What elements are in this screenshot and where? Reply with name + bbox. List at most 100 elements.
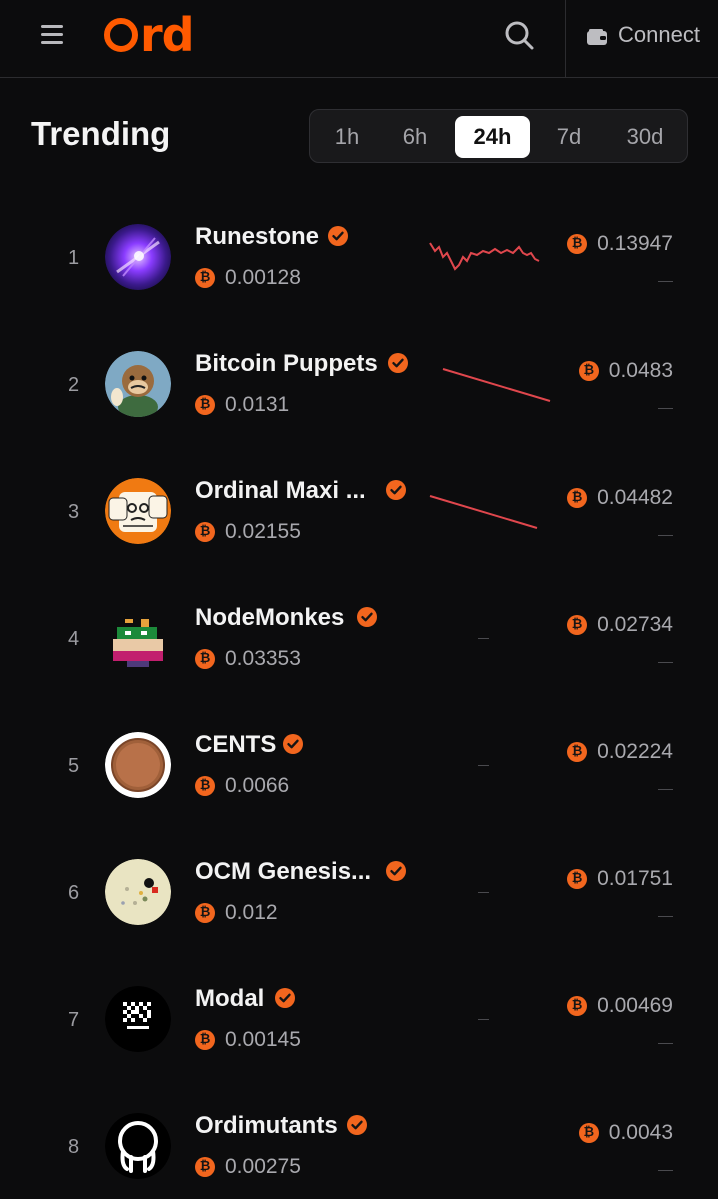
ord-logo[interactable]: rd	[104, 8, 195, 62]
collection-avatar	[105, 351, 171, 417]
volume: ₿ 0.01751	[567, 867, 673, 891]
collection-name: Ordimutants	[195, 1112, 338, 1139]
volume-value: 0.0043	[608, 1121, 673, 1144]
sparkline-empty	[478, 638, 489, 639]
rank-number: 5	[68, 755, 80, 777]
rank-number: 1	[68, 247, 80, 269]
verified-icon	[347, 1115, 367, 1135]
collection-avatar	[105, 859, 171, 925]
btc-icon: ₿	[578, 361, 599, 381]
verified-icon	[388, 353, 408, 373]
collection-name: Modal	[195, 985, 265, 1012]
btc-icon: ₿	[567, 615, 588, 635]
collection-row[interactable]: 5 CENTS ₿ 0.0066 ₿ 0.02224	[0, 703, 718, 830]
rank-number: 4	[68, 628, 80, 650]
header-divider	[565, 0, 566, 78]
collection-avatar	[105, 605, 171, 671]
volume-change	[658, 789, 673, 790]
btc-icon: ₿	[567, 234, 588, 254]
volume-change	[658, 1170, 673, 1171]
connect-button[interactable]: Connect	[586, 18, 700, 52]
floor-value: 0.00145	[225, 1028, 301, 1051]
floor-value: 0.012	[225, 901, 278, 924]
collection-name: Bitcoin Puppets	[195, 350, 378, 377]
connect-label: Connect	[618, 22, 700, 47]
volume-change	[658, 1043, 673, 1044]
floor-price: ₿ 0.012	[195, 901, 278, 925]
collection-row[interactable]: 6 OCM Genesis... ₿ 0.012 ₿ 0.01751	[0, 830, 718, 957]
app-root: rd Connect Trending 1h 6h 24h 7d 30d 1 R…	[0, 0, 718, 1199]
rank-number: 6	[68, 882, 80, 904]
volume-value: 0.01751	[597, 867, 673, 890]
floor-value: 0.0066	[225, 774, 290, 797]
verified-icon	[357, 607, 377, 627]
collection-avatar	[105, 478, 171, 544]
floor-price: ₿ 0.0066	[195, 774, 289, 798]
btc-icon: ₿	[567, 742, 588, 762]
collection-row[interactable]: 2 Bitcoin Puppets ₿ 0.0131 ₿ 0.0483	[0, 322, 718, 449]
collection-row[interactable]: 7 Modal ₿ 0.00145 ₿ 0.00469	[0, 957, 718, 1084]
floor-price: ₿ 0.00275	[195, 1155, 301, 1179]
collection-avatar	[105, 732, 171, 798]
volume: ₿ 0.02224	[567, 740, 673, 764]
collection-name: OCM Genesis...	[195, 858, 372, 885]
collection-name: NodeMonkes	[195, 604, 345, 631]
sparkline-chart	[442, 368, 551, 402]
tab-1h[interactable]: 1h	[318, 116, 376, 158]
volume-value: 0.13947	[597, 232, 673, 255]
btc-icon: ₿	[567, 488, 588, 508]
volume: ₿ 0.13947	[567, 232, 673, 256]
volume-value: 0.00469	[597, 994, 673, 1017]
btc-icon: ₿	[567, 869, 588, 889]
verified-icon	[283, 734, 303, 754]
verified-icon	[328, 226, 348, 246]
collection-name: CENTS	[195, 731, 277, 758]
floor-price: ₿ 0.00128	[195, 266, 301, 290]
btc-icon: ₿	[195, 395, 215, 415]
wallet-icon	[586, 26, 608, 45]
volume: ₿ 0.04482	[567, 486, 673, 510]
volume-change	[658, 535, 673, 536]
volume: ₿ 0.0483	[578, 359, 673, 383]
collection-row[interactable]: 8 Ordimutants ₿ 0.00275 ₿ 0.0043	[0, 1084, 718, 1199]
volume-change	[658, 281, 673, 282]
verified-icon	[386, 480, 406, 500]
collection-name: Runestone	[195, 223, 320, 250]
rank-number: 7	[68, 1009, 80, 1031]
btc-icon: ₿	[195, 1030, 215, 1050]
collection-row[interactable]: 4 NodeMonkes ₿ 0.03353 ₿ 0.02734	[0, 576, 718, 703]
collection-row[interactable]: 3 Ordinal Maxi ... ₿ 0.02155 ₿ 0.04482	[0, 449, 718, 576]
collection-name: Ordinal Maxi ...	[195, 477, 366, 504]
floor-price: ₿ 0.0131	[195, 393, 289, 417]
verified-icon	[275, 988, 295, 1008]
menu-icon[interactable]	[38, 20, 68, 50]
volume-value: 0.04482	[597, 486, 673, 509]
sparkline-chart	[429, 242, 540, 271]
volume: ₿ 0.0043	[578, 1121, 673, 1145]
btc-icon: ₿	[567, 996, 588, 1016]
logo-text: rd	[140, 8, 195, 62]
top-bar: rd Connect	[0, 0, 718, 78]
volume-change	[658, 916, 673, 917]
tab-7d[interactable]: 7d	[539, 116, 599, 158]
rank-number: 8	[68, 1136, 80, 1158]
search-icon[interactable]	[502, 18, 536, 52]
tab-6h[interactable]: 6h	[386, 116, 444, 158]
sparkline-empty	[478, 1019, 489, 1020]
volume-change	[658, 408, 673, 409]
volume-value: 0.0483	[608, 359, 673, 382]
collection-avatar	[105, 224, 171, 290]
btc-icon: ₿	[195, 1157, 215, 1177]
floor-price: ₿ 0.00145	[195, 1028, 301, 1052]
btc-icon: ₿	[195, 268, 215, 288]
tab-30d[interactable]: 30d	[612, 116, 678, 158]
rank-number: 2	[68, 374, 80, 396]
page-title: Trending	[31, 115, 171, 152]
volume: ₿ 0.00469	[567, 994, 673, 1018]
btc-icon: ₿	[195, 649, 215, 669]
tab-24h[interactable]: 24h	[455, 116, 530, 158]
volume: ₿ 0.02734	[567, 613, 673, 637]
btc-icon: ₿	[195, 522, 215, 542]
rank-number: 3	[68, 501, 80, 523]
collection-row[interactable]: 1 Runestone ₿ 0.00128 ₿ 0.13947	[0, 195, 718, 322]
